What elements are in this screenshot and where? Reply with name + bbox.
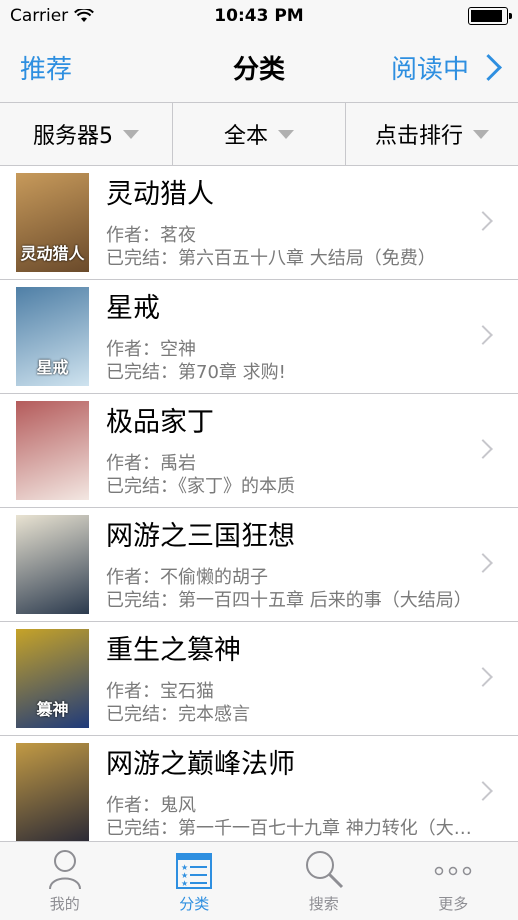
book-row[interactable]: 网游之巅峰法师 作者：鬼风 已完结：第一千一百七十九章 神力转化（大结局） xyxy=(0,736,518,850)
tab-more[interactable]: 更多 xyxy=(389,842,518,920)
recommend-button[interactable]: 推荐 xyxy=(20,49,72,86)
book-status: 已完结：第一千一百七十九章 神力转化（大结局） xyxy=(106,818,486,839)
chevron-right-icon xyxy=(473,553,493,573)
book-title: 网游之三国狂想 xyxy=(106,521,295,552)
book-title: 重生之篡神 xyxy=(106,635,241,666)
book-cover-image xyxy=(16,515,89,614)
list-icon: ★ ★ ★ xyxy=(176,853,213,889)
book-title: 灵动猎人 xyxy=(106,179,214,210)
battery-icon xyxy=(468,7,512,25)
book-title: 星戒 xyxy=(106,293,160,324)
status-bar: Carrier 10:43 PM xyxy=(0,0,518,32)
server-filter[interactable]: 服务器5 xyxy=(0,103,173,165)
server-filter-label: 服务器5 xyxy=(33,124,113,149)
navigation-bar: 推荐 分类 阅读中 xyxy=(0,32,518,103)
book-status: 已完结：第六百五十八章 大结局（免费） xyxy=(106,248,436,269)
search-icon xyxy=(305,851,343,889)
completion-filter-label: 全本 xyxy=(223,124,268,149)
tab-search[interactable]: 搜索 xyxy=(259,842,389,920)
book-cover-label: 灵动猎人 xyxy=(20,244,85,263)
book-cover-image xyxy=(16,743,89,842)
more-icon xyxy=(435,866,472,876)
chevron-right-icon xyxy=(475,53,502,81)
chevron-right-icon xyxy=(473,667,493,687)
book-status: 已完结：完本感言 xyxy=(106,704,250,725)
tab-category[interactable]: ★ ★ ★ 分类 xyxy=(130,842,260,920)
chevron-right-icon xyxy=(473,439,493,459)
book-cover-image xyxy=(16,401,89,500)
tab-search-label: 搜索 xyxy=(308,895,339,913)
book-row[interactable]: 网游之三国狂想 作者：不偷懒的胡子 已完结：第一百四十五章 后来的事（大结局） xyxy=(0,508,518,622)
dropdown-arrow-icon xyxy=(473,129,489,139)
chevron-right-icon xyxy=(473,781,493,801)
book-row[interactable]: 灵动猎人 灵动猎人 作者：茗夜 已完结：第六百五十八章 大结局（免费） xyxy=(0,166,518,280)
book-cover-image: 星戒 xyxy=(16,287,89,386)
book-title: 极品家丁 xyxy=(106,407,214,438)
book-status: 已完结：第一百四十五章 后来的事（大结局） xyxy=(106,590,472,611)
chevron-right-icon xyxy=(473,325,493,345)
person-icon xyxy=(48,850,81,889)
book-status: 已完结：《家丁》的本质 xyxy=(106,476,295,497)
book-list: 灵动猎人 灵动猎人 作者：茗夜 已完结：第六百五十八章 大结局（免费） 星戒 星… xyxy=(0,166,518,850)
chevron-right-icon xyxy=(473,211,493,231)
dropdown-arrow-icon xyxy=(278,129,294,139)
tab-more-label: 更多 xyxy=(438,895,469,913)
status-time: 10:43 PM xyxy=(214,6,304,26)
svg-text:★: ★ xyxy=(181,879,188,888)
dropdown-arrow-icon xyxy=(123,129,139,139)
tab-mine[interactable]: 我的 xyxy=(0,842,130,920)
book-status: 已完结：第70章 求购! xyxy=(106,362,286,383)
book-row[interactable]: 星戒 星戒 作者：空神 已完结：第70章 求购! xyxy=(0,280,518,394)
book-row[interactable]: 篡神 重生之篡神 作者：宝石猫 已完结：完本感言 xyxy=(0,622,518,736)
book-cover-label: 星戒 xyxy=(36,358,69,377)
book-title: 网游之巅峰法师 xyxy=(106,749,295,780)
reading-button-label: 阅读中 xyxy=(390,54,469,85)
filter-bar: 服务器5 全本 点击排行 xyxy=(0,103,518,166)
book-cover-image: 灵动猎人 xyxy=(16,173,89,272)
book-cover-image: 篡神 xyxy=(16,629,89,728)
book-row[interactable]: 极品家丁 作者：禹岩 已完结：《家丁》的本质 xyxy=(0,394,518,508)
sort-filter-label: 点击排行 xyxy=(374,124,463,149)
tab-bar: 我的 ★ ★ ★ 分类 搜索 更多 xyxy=(0,841,518,920)
completion-filter[interactable]: 全本 xyxy=(173,103,346,165)
tab-category-label: 分类 xyxy=(179,895,210,913)
book-cover-label: 篡神 xyxy=(36,700,69,719)
tab-mine-label: 我的 xyxy=(49,895,80,913)
reading-button[interactable]: 阅读中 xyxy=(390,49,502,86)
sort-filter[interactable]: 点击排行 xyxy=(346,103,518,165)
